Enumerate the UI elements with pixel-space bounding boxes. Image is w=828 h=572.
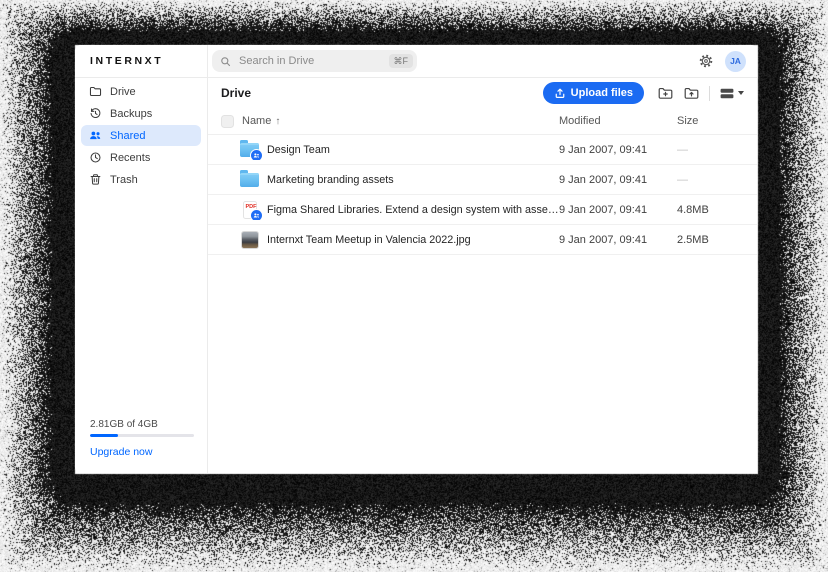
- folder-icon: [89, 85, 102, 98]
- table-row[interactable]: PDF Figma Shared Libraries. Extend a des…: [208, 195, 757, 225]
- table-row[interactable]: Design Team 9 Jan 2007, 09:41 —: [208, 135, 757, 165]
- upload-folder-button[interactable]: [683, 85, 700, 102]
- header-actions: Upload files: [543, 82, 744, 104]
- gear-icon: [698, 53, 714, 69]
- shared-badge: [250, 149, 263, 160]
- file-name: Internxt Team Meetup in Valencia 2022.jp…: [267, 234, 471, 246]
- avatar[interactable]: JA: [725, 51, 746, 72]
- storage-section: 2.81GB of 4GB Upgrade now: [75, 419, 207, 473]
- file-name-cell: Internxt Team Meetup in Valencia 2022.jp…: [221, 230, 559, 250]
- file-icon: [239, 170, 260, 190]
- file-size: —: [677, 144, 745, 156]
- file-size: 4.8MB: [677, 204, 745, 216]
- content-header: Drive Upload files: [208, 78, 757, 108]
- shared-badge: [250, 209, 263, 220]
- storage-meter-fill: [90, 434, 118, 437]
- file-modified: 9 Jan 2007, 09:41: [559, 144, 677, 156]
- folder-icon: [240, 173, 259, 187]
- sidebar-item-drive[interactable]: Drive: [81, 81, 201, 102]
- upgrade-link[interactable]: Upgrade now: [90, 446, 194, 458]
- modified-column-header[interactable]: Modified: [559, 115, 677, 127]
- upload-icon: [554, 87, 566, 99]
- settings-button[interactable]: [698, 53, 714, 69]
- clock-icon: [89, 151, 102, 164]
- search-shortcut-badge: ⌘F: [389, 54, 414, 68]
- file-modified: 9 Jan 2007, 09:41: [559, 174, 677, 186]
- sidebar-item-shared[interactable]: Shared: [81, 125, 201, 146]
- file-name-cell: Marketing branding assets: [221, 170, 559, 190]
- view-mode-selector[interactable]: [719, 87, 744, 100]
- search-icon: [220, 56, 231, 67]
- toolbar-divider: [709, 86, 710, 101]
- name-column-label[interactable]: Name ↑: [242, 115, 280, 127]
- upload-files-label: Upload files: [571, 87, 633, 99]
- people-icon: [89, 129, 102, 142]
- list-view-icon: [719, 87, 735, 100]
- search-bar[interactable]: ⌘F: [212, 50, 417, 72]
- file-modified: 9 Jan 2007, 09:41: [559, 204, 677, 216]
- trash-icon: [89, 173, 102, 186]
- table-header: Name ↑ Modified Size: [208, 108, 757, 135]
- sidebar-item-recents[interactable]: Recents: [81, 147, 201, 168]
- chevron-down-icon: [738, 91, 744, 95]
- sidebar: Drive Backups Shared Recents Trash 2.81G…: [75, 78, 208, 473]
- storage-usage-text: 2.81GB of 4GB: [90, 419, 194, 430]
- size-column-header[interactable]: Size: [677, 115, 745, 127]
- topbar-right: JA: [698, 51, 746, 72]
- file-icon: [239, 230, 260, 250]
- name-column-header: Name ↑: [221, 115, 559, 128]
- app-window: INTERNXT ⌘F JA Drive Backups Shared Rece…: [75, 45, 757, 473]
- topbar: ⌘F JA: [208, 45, 757, 78]
- breadcrumb: Drive: [221, 86, 251, 100]
- file-name: Marketing branding assets: [267, 174, 394, 186]
- file-name-cell: Design Team: [221, 140, 559, 160]
- file-name-cell: PDF Figma Shared Libraries. Extend a des…: [221, 200, 559, 220]
- file-size: —: [677, 174, 745, 186]
- file-modified: 9 Jan 2007, 09:41: [559, 234, 677, 246]
- storage-meter: [90, 434, 194, 437]
- file-name: Design Team: [267, 144, 330, 156]
- logo-area: INTERNXT: [75, 45, 208, 78]
- sidebar-nav: Drive Backups Shared Recents Trash: [75, 81, 207, 191]
- sort-ascending-icon: ↑: [275, 116, 280, 127]
- sidebar-item-backups[interactable]: Backups: [81, 103, 201, 124]
- table-row[interactable]: Internxt Team Meetup in Valencia 2022.jp…: [208, 225, 757, 255]
- backup-icon: [89, 107, 102, 120]
- sidebar-item-trash[interactable]: Trash: [81, 169, 201, 190]
- select-all-checkbox[interactable]: [221, 115, 234, 128]
- internxt-logo: INTERNXT: [90, 55, 163, 67]
- file-list: Design Team 9 Jan 2007, 09:41 — Marketin…: [208, 135, 757, 255]
- upload-files-button[interactable]: Upload files: [543, 82, 644, 104]
- folder-upload-icon: [683, 85, 700, 102]
- search-input[interactable]: [237, 54, 389, 68]
- folder-plus-icon: [657, 85, 674, 102]
- create-folder-button[interactable]: [657, 85, 674, 102]
- file-size: 2.5MB: [677, 234, 745, 246]
- image-thumbnail: [241, 231, 259, 249]
- main-content: Drive Upload files: [208, 78, 757, 473]
- table-row[interactable]: Marketing branding assets 9 Jan 2007, 09…: [208, 165, 757, 195]
- file-name: Figma Shared Libraries. Extend a design …: [267, 204, 559, 216]
- file-icon: [239, 140, 260, 160]
- file-icon: PDF: [239, 200, 260, 220]
